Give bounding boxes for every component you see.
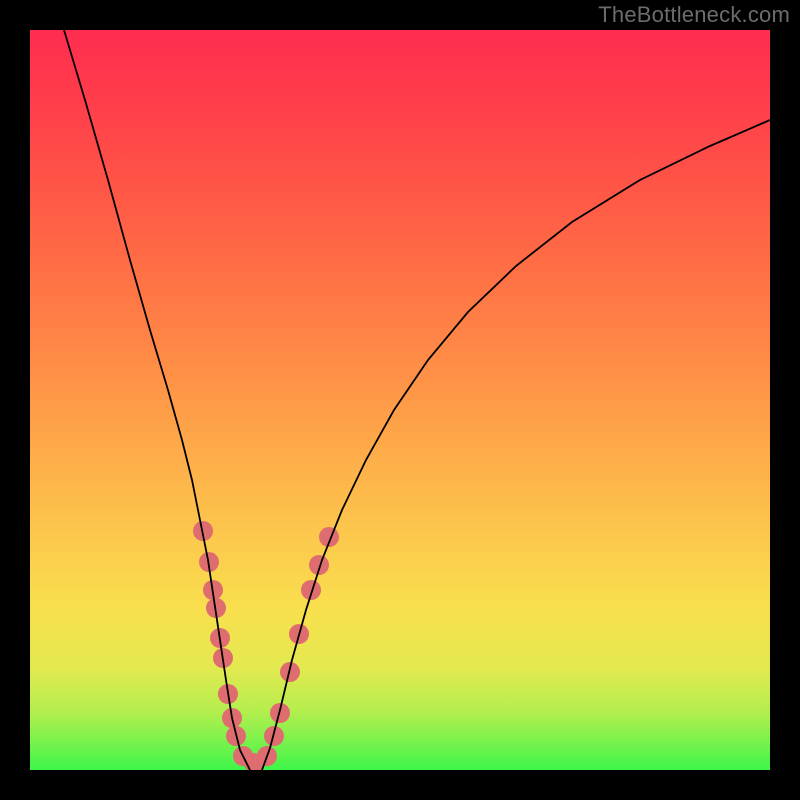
dots-layer — [193, 521, 339, 770]
plot-area — [30, 30, 770, 770]
watermark-text: TheBottleneck.com — [598, 2, 790, 28]
chart-canvas: TheBottleneck.com — [0, 0, 800, 800]
curve-right — [262, 120, 770, 770]
chart-svg — [30, 30, 770, 770]
curve-left — [64, 30, 250, 770]
